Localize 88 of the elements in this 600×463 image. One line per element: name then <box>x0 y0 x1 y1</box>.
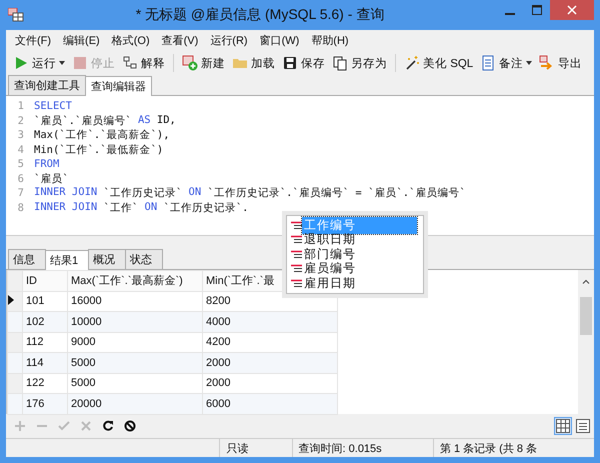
table-cell: 6000 <box>202 394 338 414</box>
play-icon <box>13 55 29 71</box>
code-line: `雇员`.`雇员编号` AS ID, <box>34 114 176 128</box>
grid-view-button[interactable] <box>554 417 572 435</box>
stop-icon <box>72 55 88 71</box>
code-line: INNER JOIN `工作历史记录` ON `工作历史记录`.`雇员编号` = `雇员`.`雇员编号` <box>34 186 466 200</box>
code-line: Max(`工作`.`最高薪金`), <box>34 128 170 142</box>
code-line: INNER JOIN `工作` ON `工作历史记录`. <box>34 200 248 215</box>
line-number: 2 <box>16 114 25 127</box>
row-marker[interactable] <box>8 312 22 332</box>
menu-item[interactable]: 运行(R) <box>205 32 253 48</box>
result-tab[interactable]: 信息 <box>8 249 46 269</box>
row-marker[interactable] <box>8 352 22 373</box>
table-cell: 176 <box>22 394 68 414</box>
maximize-icon <box>532 5 542 15</box>
form-view-button[interactable] <box>574 417 592 435</box>
editor-tab[interactable]: 查询编辑器 <box>85 76 152 96</box>
menu-item[interactable]: 编辑(E) <box>58 32 105 48</box>
toolbar-button[interactable]: 保存 <box>279 53 328 73</box>
line-number: 5 <box>16 158 25 170</box>
table-cell: 102 <box>22 312 68 332</box>
toolbar-button[interactable]: 新建 <box>179 53 228 73</box>
line-number: 4 <box>16 144 25 156</box>
close-button[interactable] <box>550 0 594 20</box>
menu-item[interactable]: 查看(V) <box>156 32 204 48</box>
wand-icon <box>404 55 420 71</box>
diagram-icon <box>122 55 138 71</box>
toolbar-button[interactable]: 加载 <box>229 53 278 73</box>
field-icon <box>291 250 302 259</box>
autocomplete-item[interactable]: 部门编号 <box>287 247 423 262</box>
row-marker[interactable] <box>8 394 22 414</box>
code-line: SELECT <box>34 100 72 112</box>
toolbar-button[interactable]: 导出 <box>536 53 586 73</box>
cancel-icon[interactable] <box>124 420 136 432</box>
menu-item[interactable]: 文件(F) <box>10 32 56 48</box>
row-marker[interactable] <box>8 332 22 352</box>
toolbar-button[interactable]: 解释 <box>119 53 168 73</box>
status-text: 第 1 条记录 (共 8 条 <box>432 439 594 457</box>
editor-tab[interactable]: 查询创建工具 <box>8 75 86 95</box>
add-table-icon <box>182 55 198 71</box>
scrollbar[interactable] <box>578 270 594 414</box>
line-number: 7 <box>16 187 25 200</box>
table-cell: 2000 <box>202 352 338 373</box>
table-icon <box>8 8 24 22</box>
caret-icon[interactable] <box>59 61 65 65</box>
menu-item[interactable]: 格式(O) <box>106 32 155 48</box>
row-marker[interactable] <box>8 291 22 312</box>
current-row-icon <box>8 294 14 305</box>
field-icon <box>291 264 302 274</box>
line-number: 8 <box>16 202 25 214</box>
table-cell: 5000 <box>68 352 202 373</box>
line-number: 6 <box>16 172 25 185</box>
caret-icon[interactable] <box>526 61 532 65</box>
status-text: 只读 <box>219 439 292 457</box>
table-cell: 10000 <box>68 312 202 332</box>
minimize-icon <box>504 13 514 15</box>
menu-item[interactable]: 帮助(H) <box>306 32 354 48</box>
column-header[interactable]: ID <box>22 270 68 291</box>
line-number: 3 <box>16 129 25 142</box>
scrollbar-thumb[interactable] <box>580 297 592 335</box>
table-cell: 20000 <box>68 394 202 414</box>
line-number: 1 <box>16 100 25 112</box>
menu-item[interactable]: 窗口(W) <box>254 32 304 48</box>
table-cell: 4000 <box>202 312 338 332</box>
toolbar-button[interactable]: 另存为 <box>329 53 390 73</box>
close-icon <box>567 5 577 15</box>
result-tab[interactable]: 结果1 <box>45 250 90 270</box>
field-icon <box>291 235 302 244</box>
toolbar-button[interactable]: 备注 <box>477 53 536 73</box>
row-marker[interactable] <box>8 373 22 394</box>
code-line: `雇员` <box>34 172 69 186</box>
refresh-icon[interactable] <box>102 420 114 432</box>
status-text: 查询时间: 0.015s <box>292 439 433 457</box>
document-icon <box>480 55 496 71</box>
copy-icon <box>332 55 348 71</box>
result-tab[interactable]: 状态 <box>125 249 164 269</box>
code-line: Min(`工作`.`最低薪金`) <box>34 142 164 157</box>
column-header[interactable]: Max(`工作`.`最高薪金`) <box>68 270 202 291</box>
autocomplete-item[interactable]: 退职日期 <box>287 232 423 247</box>
table-cell: 114 <box>22 352 68 373</box>
result-tab[interactable]: 概况 <box>88 249 126 269</box>
save-icon <box>282 55 298 71</box>
toolbar-button[interactable]: 运行 <box>10 53 68 73</box>
field-icon <box>291 220 302 230</box>
field-icon <box>291 278 302 288</box>
toolbar-button[interactable]: 美化 SQL <box>401 53 476 73</box>
window-title: * 无标题 @雇员信息 (MySQL 5.6) - 查询 <box>134 6 386 24</box>
code-line: FROM <box>34 158 60 170</box>
